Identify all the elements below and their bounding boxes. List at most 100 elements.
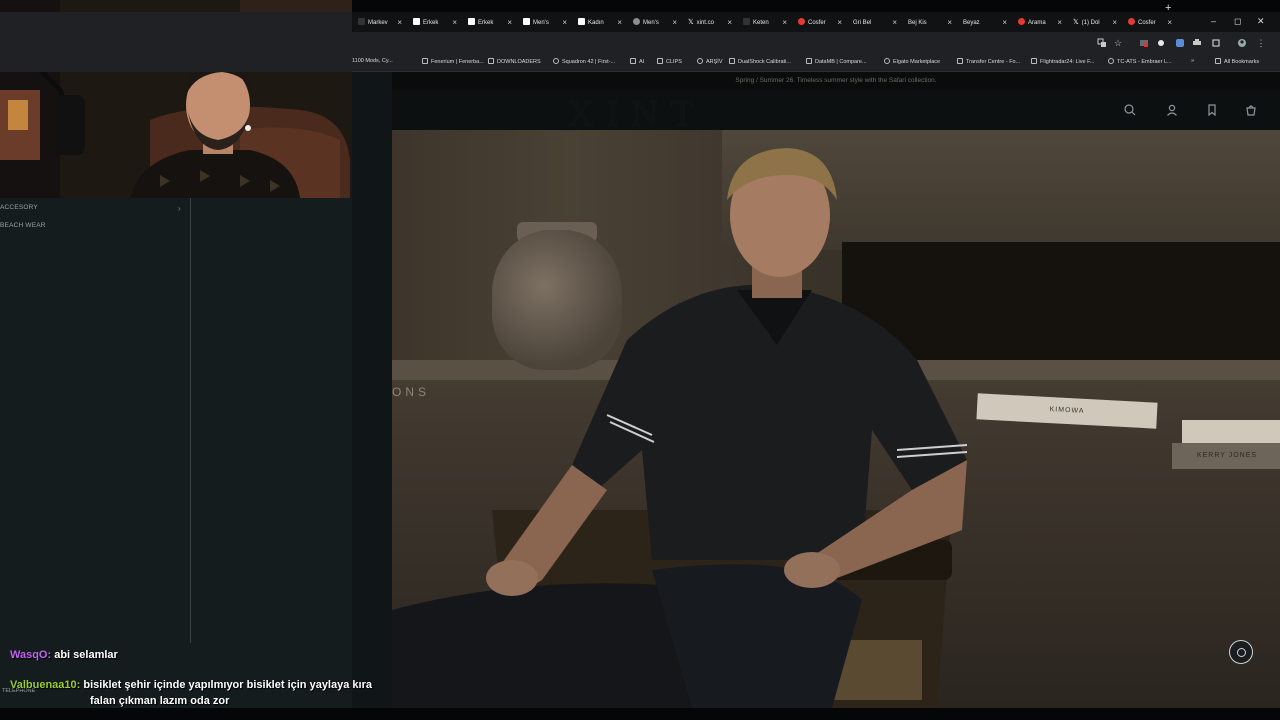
- dot-icon[interactable]: [1156, 38, 1166, 48]
- tab-label: Kadın: [588, 20, 604, 26]
- tab-label: (1) Dol: [1081, 20, 1100, 26]
- tab-label: Men's: [533, 20, 549, 26]
- browser-tab[interactable]: Beyaz ×: [957, 14, 1011, 32]
- chat-widget-icon[interactable]: [1229, 640, 1253, 664]
- menu-item-beach-wear[interactable]: BEACH WEAR: [0, 222, 46, 229]
- bookmark-label: Fenerium | Fenerba...: [431, 59, 484, 65]
- bookmark-favicon-icon: [884, 58, 890, 64]
- profile-icon[interactable]: [1175, 38, 1185, 48]
- browser-tab[interactable]: Erkek ×: [407, 14, 461, 32]
- bookmark-label: »: [1191, 58, 1195, 64]
- webpage-viewport: Spring / Summer 26. Timeless summer styl…: [352, 72, 1280, 708]
- browser-tab[interactable]: Bej Kis ×: [902, 14, 956, 32]
- tab-close-icon[interactable]: ×: [507, 14, 512, 32]
- hero-model: [392, 148, 968, 708]
- bookmark-item[interactable]: Fenerium | Fenerba...: [422, 58, 484, 65]
- bookmark-favicon-icon: [697, 58, 703, 64]
- browser-tab[interactable]: Cosfer ×: [792, 14, 846, 32]
- print-icon[interactable]: [1192, 38, 1202, 48]
- minimize-icon[interactable]: –: [1211, 16, 1216, 26]
- browser-tab[interactable]: Cosfer ×: [1122, 14, 1176, 32]
- tab-favicon-icon: [798, 18, 805, 25]
- tab-close-icon[interactable]: ×: [452, 14, 457, 32]
- maximize-icon[interactable]: ◻: [1234, 16, 1241, 27]
- bookmark-favicon-icon: [488, 58, 494, 64]
- browser-tab[interactable]: Men's ×: [517, 14, 571, 32]
- tab-close-icon[interactable]: ×: [397, 14, 402, 32]
- search-icon[interactable]: [1123, 103, 1137, 117]
- menu-icon[interactable]: ⋮: [1256, 38, 1266, 48]
- tab-close-icon[interactable]: ×: [1112, 14, 1117, 32]
- translate-icon[interactable]: [1097, 38, 1107, 48]
- tab-close-icon[interactable]: ×: [1057, 14, 1062, 32]
- bookmark-item[interactable]: »: [1191, 58, 1194, 64]
- menu-item-accessory[interactable]: ACCESORY: [0, 204, 38, 211]
- tab-favicon-icon: [523, 18, 530, 25]
- account-icon[interactable]: [1165, 103, 1179, 117]
- close-window-icon[interactable]: ✕: [1257, 16, 1265, 27]
- screen-bottom-edge: [0, 708, 1280, 720]
- browser-tab[interactable]: Erkek ×: [462, 14, 516, 32]
- star-icon[interactable]: ☆: [1113, 38, 1123, 48]
- bookmark-item[interactable]: CLIPS: [657, 58, 682, 65]
- new-tab-button[interactable]: +: [1165, 2, 1171, 14]
- tab-label: Cosfer: [808, 20, 826, 26]
- bookmark-item[interactable]: DOWNLOADERS: [488, 58, 541, 65]
- bookmark-item[interactable]: DataMB | Compare...: [806, 58, 867, 65]
- tab-favicon-icon: [633, 18, 640, 25]
- menu-divider: [190, 198, 191, 643]
- bookmark-label: DOWNLOADERS: [497, 59, 541, 65]
- chat-username: Valbuenaa10:: [10, 679, 81, 691]
- bookmark-item[interactable]: All Bookmarks: [1215, 58, 1259, 65]
- bookmark-item[interactable]: Transfer Centre - Fo...: [957, 58, 1020, 65]
- browser-tab[interactable]: Keten ×: [737, 14, 791, 32]
- hero-image: KIMOWA KERRY JONES ONS: [392, 130, 1280, 708]
- puzzle-icon[interactable]: [1211, 38, 1221, 48]
- tab-close-icon[interactable]: ×: [782, 14, 787, 32]
- tab-close-icon[interactable]: ×: [562, 14, 567, 32]
- bookmark-item[interactable]: ARŞİV: [697, 58, 723, 65]
- bookmark-icon[interactable]: [1205, 103, 1219, 117]
- tab-close-icon[interactable]: ×: [617, 14, 622, 32]
- tab-close-icon[interactable]: ×: [1002, 14, 1007, 32]
- chat-message: Valbuenaa10: bisiklet şehir içinde yapıl…: [10, 679, 372, 691]
- bookmark-label: 1100 Mods, Cy...: [352, 58, 393, 64]
- bookmark-label: Squadron 42 | First-...: [562, 59, 616, 65]
- browser-tab[interactable]: 𝕏xint.co ×: [682, 14, 736, 32]
- tab-favicon-icon: [1018, 18, 1025, 25]
- chevron-right-icon[interactable]: ›: [178, 204, 181, 213]
- chat-message: WasqO: abi selamlar: [10, 649, 118, 661]
- browser-tab[interactable]: Markev ×: [352, 14, 406, 32]
- tab-close-icon[interactable]: ×: [947, 14, 952, 32]
- bookmark-item[interactable]: Flightradar24: Live F...: [1031, 58, 1094, 65]
- tab-label: Beyaz: [963, 20, 980, 26]
- tab-close-icon[interactable]: ×: [892, 14, 897, 32]
- bookmark-item[interactable]: Elgato Marketplace: [884, 58, 940, 65]
- tab-close-icon[interactable]: ×: [672, 14, 677, 32]
- bookmark-item[interactable]: AI: [630, 58, 644, 65]
- tab-close-icon[interactable]: ×: [727, 14, 732, 32]
- extension-icon[interactable]: [1139, 38, 1149, 48]
- bookmark-item[interactable]: Squadron 42 | First-...: [553, 58, 615, 65]
- bookmark-favicon-icon: [422, 58, 428, 64]
- browser-tab[interactable]: Kadın ×: [572, 14, 626, 32]
- browser-tab[interactable]: 𝕏 (1) Dol ×: [1067, 14, 1121, 32]
- browser-tab[interactable]: Arama ×: [1012, 14, 1066, 32]
- tab-close-icon[interactable]: ×: [837, 14, 842, 32]
- account-icon[interactable]: [1237, 38, 1247, 48]
- browser-tab[interactable]: Gri Bel ×: [847, 14, 901, 32]
- bookmark-label: Transfer Centre - Fo...: [966, 59, 1021, 65]
- tab-label: Arama: [1028, 20, 1046, 26]
- tab-label: Men's: [643, 20, 659, 26]
- browser-tab[interactable]: Men's ×: [627, 14, 681, 32]
- bookmark-item[interactable]: 1100 Mods, Cy...: [352, 58, 393, 64]
- bookmark-item[interactable]: TC-ATS - Embraer L...: [1108, 58, 1172, 65]
- bookmark-item[interactable]: DualShock Calibrati...: [729, 58, 791, 65]
- tab-favicon-icon: [1128, 18, 1135, 25]
- cart-icon[interactable]: [1244, 103, 1258, 117]
- tab-favicon-icon: [743, 18, 750, 25]
- tab-label: Cosfer: [1138, 20, 1156, 26]
- tab-close-icon[interactable]: ×: [1167, 14, 1172, 32]
- bookmark-label: Elgato Marketplace: [893, 59, 941, 65]
- tab-label: Bej Kis: [908, 20, 927, 26]
